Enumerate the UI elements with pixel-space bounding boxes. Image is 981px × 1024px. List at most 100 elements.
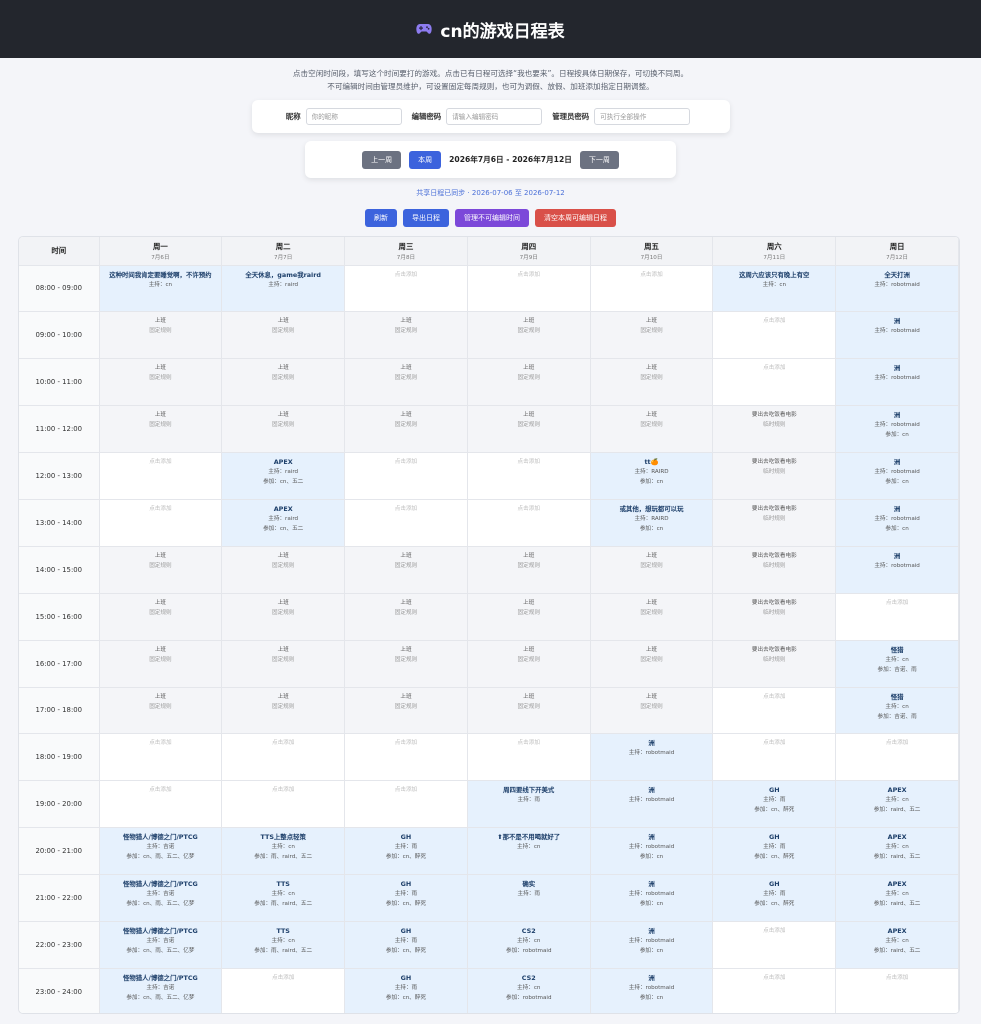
event-slot[interactable]: 洲主持：robotmaid [590, 780, 714, 829]
nickname-input[interactable] [305, 108, 402, 125]
event-slot[interactable]: GH 主持：雨 参加：cn、醉死 [344, 968, 468, 1013]
empty-slot[interactable]: 点击添加 [99, 780, 223, 829]
event-slot[interactable]: ⬆那不是不用喝就好了 主持：cn [467, 827, 591, 876]
export-button[interactable]: 导出日程 [403, 209, 449, 227]
locked-slot: 上班 固定规则 [467, 311, 591, 360]
locked-slot: 上班 固定规则 [590, 405, 714, 454]
edit-password-label: 编辑密码 [411, 112, 442, 121]
refresh-button[interactable]: 刷新 [365, 209, 397, 227]
schedule-row: 23:00 - 24:00 怪物猎人/博德之门/PTCG 主持：吉诺 参加：cn、雨、… [19, 968, 959, 1013]
empty-slot[interactable]: 点击添加 [221, 733, 346, 782]
event-slot[interactable]: 全天休息，game我raird 主持：raird [221, 265, 346, 313]
empty-slot[interactable]: 点击添加 [344, 733, 468, 782]
empty-slot[interactable]: 点击添加 [712, 968, 837, 1013]
event-slot[interactable]: 洲主持：robotmaid 参加：cn [590, 921, 714, 969]
empty-slot[interactable]: 点击添加 [344, 265, 468, 313]
event-slot[interactable]: TTS 主持：cn 参加：雨、raird、五二 [221, 874, 346, 922]
event-title: GH [400, 973, 412, 982]
event-slot[interactable]: 洲主持：robotmaid [835, 358, 959, 407]
empty-slot[interactable]: 点击添加 [467, 499, 591, 547]
empty-slot[interactable]: 点击添加 [835, 593, 959, 641]
event-slot[interactable]: TTS 主持：cn 参加：雨、raird、五二 [221, 921, 346, 969]
empty-slot[interactable]: 点击添加 [590, 265, 714, 313]
event-slot[interactable]: 怪物猎人/博德之门/PTCG 主持：吉诺 参加：cn、雨、五二、亿梦 [99, 874, 223, 922]
manage-locked-time-button[interactable]: 管理不可编辑时间 [455, 209, 529, 227]
event-slot[interactable]: 洲主持：robotmaid [590, 733, 714, 782]
event-host: 主持：cn [271, 844, 295, 851]
event-slot[interactable]: APEX 主持：cn 参加：raird、五二 [835, 780, 959, 829]
empty-slot[interactable]: 点击添加 [344, 499, 468, 547]
event-slot[interactable]: 怪猎 主持：cn 参加：吉诺、雨 [835, 640, 959, 688]
next-week-button[interactable]: 下一周 [579, 150, 619, 169]
locked-slot-rule: 固定规则 [149, 609, 172, 616]
locked-slot-rule: 固定规则 [640, 656, 663, 663]
empty-slot[interactable]: 点击添加 [712, 358, 837, 407]
event-slot[interactable]: APEX 主持：cn 参加：raird、五二 [835, 921, 959, 969]
event-slot[interactable]: APEX 主持：raird 参加：cn、五二 [221, 499, 346, 547]
empty-slot[interactable]: 点击添加 [344, 452, 468, 500]
admin-password-input[interactable] [594, 108, 691, 125]
event-slot[interactable]: GH 主持：雨 参加：cn、醉死 [712, 780, 837, 829]
empty-slot[interactable]: 点击添加 [467, 733, 591, 782]
locked-slot-rule: 临时规则 [763, 515, 786, 522]
event-slot[interactable]: 洲主持：robotmaid 参加：cn [590, 968, 714, 1013]
empty-slot[interactable]: 点击添加 [99, 733, 223, 782]
empty-slot[interactable]: 点击添加 [712, 733, 837, 782]
prev-week-button[interactable]: 上一周 [362, 150, 402, 169]
empty-slot[interactable]: 点击添加 [712, 921, 837, 969]
event-slot[interactable]: 周四要线下开美式 主持：雨 [467, 780, 591, 829]
event-slot[interactable]: APEX 主持：cn 参加：raird、五二 [835, 827, 959, 876]
event-title: 怪猎 [890, 645, 904, 654]
event-slot[interactable]: TTS上整点轻策 主持：cn 参加：雨、raird、五二 [221, 827, 346, 876]
event-slot[interactable]: 洲主持：robotmaid 参加：cn [835, 405, 959, 454]
locked-slot-title: 上班 [400, 365, 412, 372]
empty-slot[interactable]: 点击添加 [467, 452, 591, 500]
event-slot[interactable]: 全天打洲 主持：robotmaid [835, 265, 959, 313]
event-slot[interactable]: APEX 主持：raird 参加：cn、五二 [221, 452, 346, 500]
event-slot[interactable]: 怪物猎人/博德之门/PTCG 主持：吉诺 参加：cn、雨、五二、亿梦 [99, 921, 223, 969]
event-slot[interactable]: 这种时间我肯定要睡觉啊，不许预约 主持：cn [99, 265, 223, 313]
empty-slot[interactable]: 点击添加 [221, 780, 346, 829]
empty-slot[interactable]: 点击添加 [835, 968, 959, 1013]
locked-slot: 上班 固定规则 [221, 405, 346, 454]
event-slot[interactable]: 洲主持：robotmaid 参加：cn [590, 874, 714, 922]
event-slot[interactable]: GH 主持：雨 参加：cn、醉死 [344, 874, 468, 922]
time-slot-label: 19:00 - 20:00 [19, 780, 100, 829]
event-slot[interactable]: GH 主持：雨 参加：cn、醉死 [712, 874, 837, 922]
empty-slot[interactable]: 点击添加 [99, 499, 223, 547]
add-slot-hint: 点击添加 [763, 974, 786, 981]
event-slot[interactable]: CS2 主持：cn 参加：robotmaid [467, 968, 591, 1013]
event-slot[interactable]: APEX 主持：cn 参加：raird、五二 [835, 874, 959, 922]
event-slot[interactable]: GH 主持：雨 参加：cn、醉死 [344, 827, 468, 876]
empty-slot[interactable]: 点击添加 [712, 687, 837, 735]
event-slot[interactable]: 怪猎 主持：cn 参加：吉诺、雨 [835, 687, 959, 735]
empty-slot[interactable]: 点击添加 [344, 780, 468, 829]
edit-password-input[interactable] [446, 108, 543, 125]
event-slot[interactable]: 怪物猎人/博德之门/PTCG 主持：吉诺 参加：cn、雨、五二、亿梦 [99, 827, 223, 876]
event-slot[interactable]: GH 主持：雨 参加：cn、醉死 [344, 921, 468, 969]
event-title: 全天休息，game我raird [245, 270, 321, 279]
this-week-button[interactable]: 本周 [409, 150, 442, 169]
event-slot[interactable]: 洲主持：robotmaid 参加：cn [590, 827, 714, 876]
empty-slot[interactable]: 点击添加 [99, 452, 223, 500]
empty-slot[interactable]: 点击添加 [835, 733, 959, 782]
empty-slot[interactable]: 点击添加 [467, 265, 591, 313]
empty-slot[interactable]: 点击添加 [712, 311, 837, 360]
event-slot[interactable]: 洲主持：robotmaid [835, 546, 959, 594]
locked-slot-title: 要出去吃饭看电影 [751, 505, 797, 512]
event-slot[interactable]: 这周六应该只有晚上有空 主持：cn [712, 265, 837, 313]
locked-slot: 上班 固定规则 [99, 405, 223, 454]
clear-week-button[interactable]: 清空本周可编辑日程 [535, 209, 616, 227]
event-slot[interactable]: tt🍊 主持：RAIRD 参加：cn [590, 452, 714, 500]
event-slot[interactable]: 洲主持：robotmaid 参加：cn [835, 452, 959, 500]
event-slot[interactable]: 怪物猎人/博德之门/PTCG 主持：吉诺 参加：cn、雨、五二、亿梦 [99, 968, 223, 1013]
event-slot[interactable]: CS2 主持：cn 参加：robotmaid [467, 921, 591, 969]
locked-slot: 上班 固定规则 [590, 311, 714, 360]
add-slot-hint: 点击添加 [517, 505, 540, 512]
event-slot[interactable]: 确实 主持：雨 [467, 874, 591, 922]
event-slot[interactable]: GH 主持：雨 参加：cn、醉死 [712, 827, 837, 876]
empty-slot[interactable]: 点击添加 [221, 968, 346, 1013]
event-slot[interactable]: 洲主持：robotmaid [835, 311, 959, 360]
event-slot[interactable]: 或其他，想玩都可以玩 主持：RAIRD 参加：cn [590, 499, 714, 547]
event-slot[interactable]: 洲主持：robotmaid 参加：cn [835, 499, 959, 547]
